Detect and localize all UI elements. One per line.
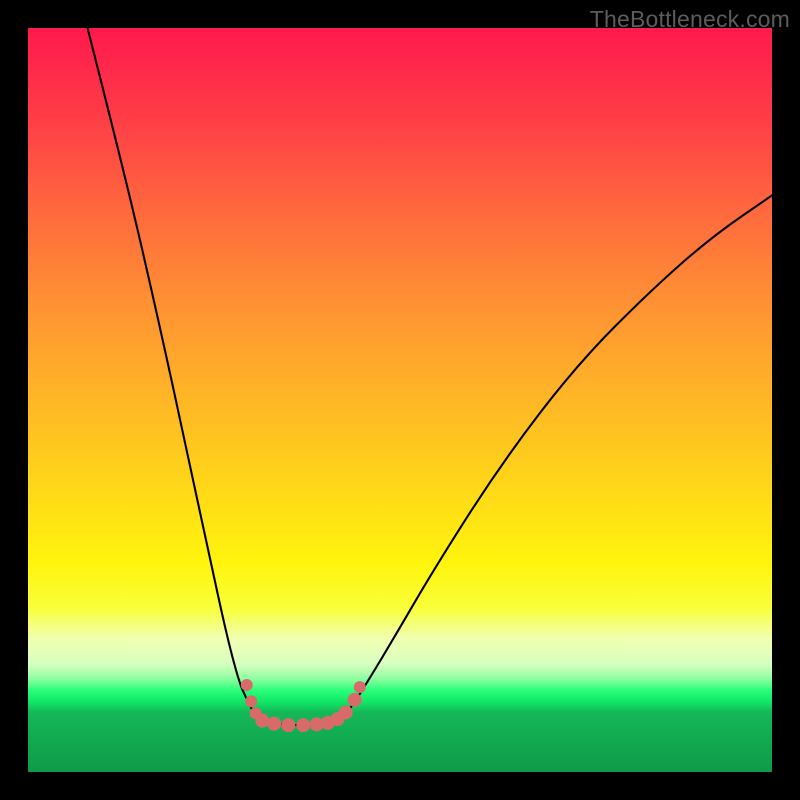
- marker-dot: [241, 679, 253, 691]
- marker-dot: [281, 718, 295, 732]
- marker-dot: [245, 695, 257, 707]
- marker-dot: [255, 714, 269, 728]
- bottleneck-curve: [88, 28, 772, 725]
- curve-layer: [28, 28, 772, 772]
- chart-frame: TheBottleneck.com: [0, 0, 800, 800]
- marker-dot: [339, 705, 353, 719]
- watermark-text: TheBottleneck.com: [590, 6, 790, 33]
- plot-area: [28, 28, 772, 772]
- minimum-markers: [241, 679, 366, 732]
- marker-dot: [354, 681, 366, 693]
- marker-dot: [348, 693, 362, 707]
- marker-dot: [267, 717, 281, 731]
- marker-dot: [296, 718, 310, 732]
